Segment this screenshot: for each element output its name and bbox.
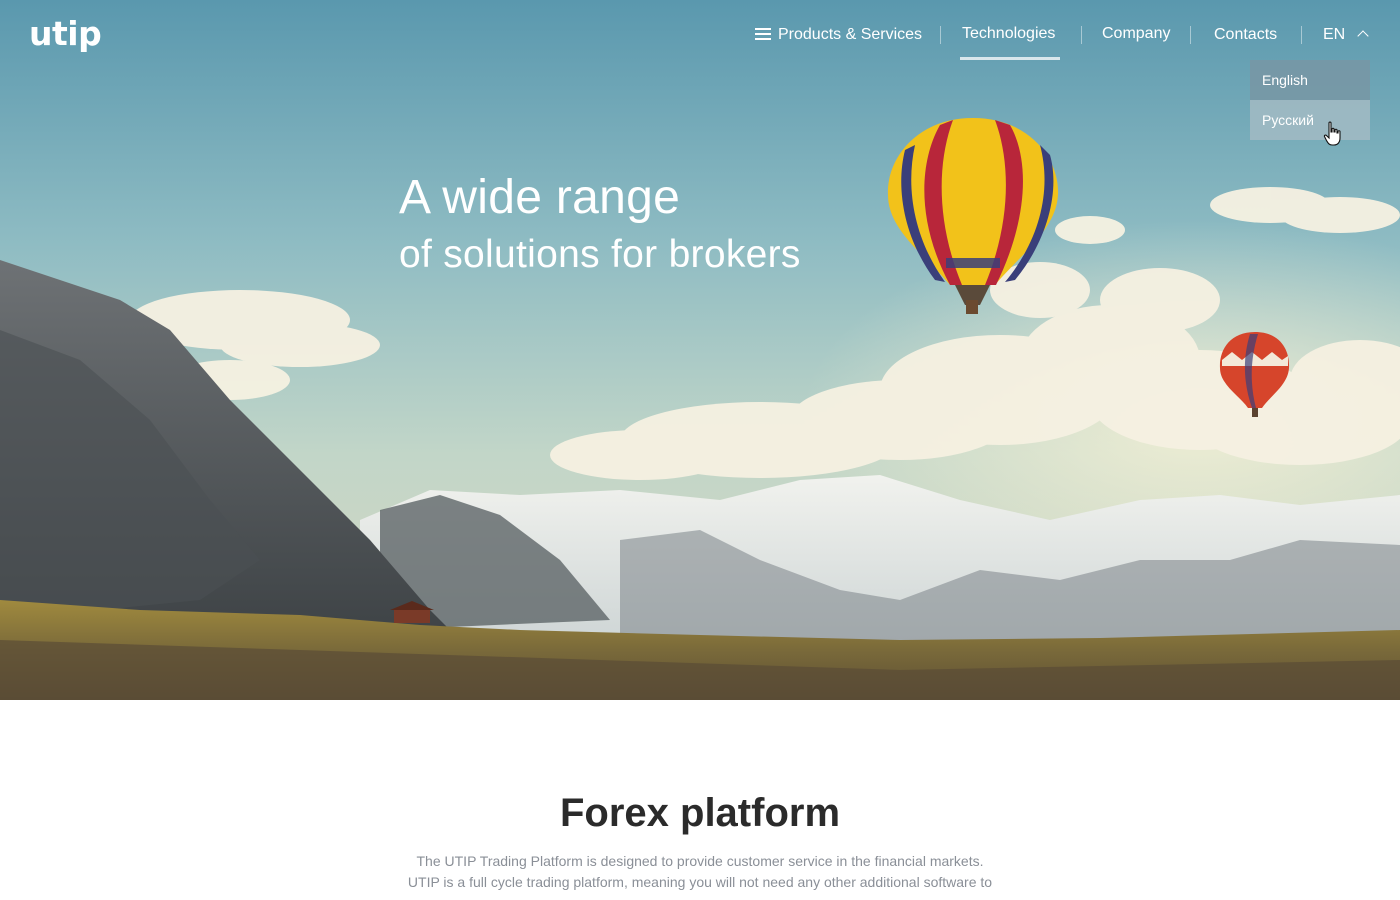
- nav-company[interactable]: Company: [1102, 23, 1170, 45]
- nav-products-label: Products & Services: [778, 26, 923, 43]
- hamburger-icon: [755, 28, 771, 40]
- section-text-line: UTIP is a full cycle trading platform, m…: [407, 874, 993, 890]
- section-text-line: The UTIP Trading Platform is designed to…: [416, 853, 984, 869]
- language-selector[interactable]: EN: [1323, 24, 1369, 46]
- language-option-russian[interactable]: Русский: [1250, 100, 1370, 140]
- section-title: Forex platform: [559, 791, 841, 835]
- chevron-up-icon: [1357, 30, 1369, 42]
- hero-landscape-image: [0, 0, 1400, 700]
- hero-subheadline: of solutions for brokers: [399, 233, 801, 276]
- nav-divider: [1301, 26, 1302, 44]
- nav-technologies[interactable]: Technologies: [962, 23, 1055, 45]
- nav-divider: [1190, 26, 1191, 44]
- language-dropdown: English Русский: [1250, 60, 1370, 140]
- nav-divider: [940, 26, 941, 44]
- active-nav-indicator: [960, 57, 1060, 60]
- main-navigation: Products & Services Technologies Company…: [0, 0, 1400, 70]
- language-option-english[interactable]: English: [1250, 60, 1370, 100]
- hero-banner: [0, 0, 1400, 700]
- nav-divider: [1081, 26, 1082, 44]
- language-current: EN: [1323, 26, 1346, 43]
- section-description: The UTIP Trading Platform is designed to…: [0, 851, 1400, 893]
- nav-contacts[interactable]: Contacts: [1214, 24, 1277, 46]
- nav-products-services[interactable]: Products & Services: [755, 24, 922, 46]
- hand-pointer-icon: [1323, 121, 1341, 146]
- hero-headline: A wide range: [399, 171, 681, 224]
